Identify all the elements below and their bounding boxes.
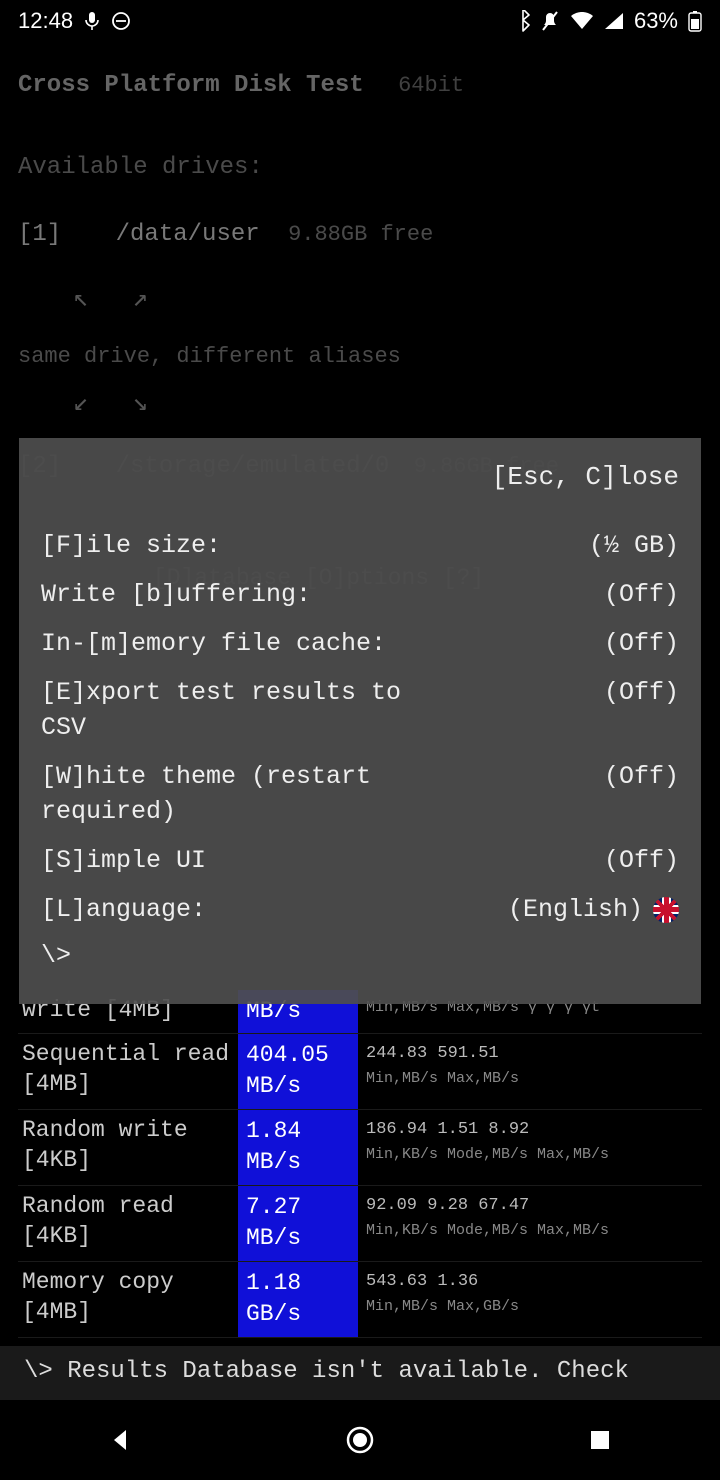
drive1-index: [1] (18, 221, 61, 248)
result-graph: 244.83 591.51 Min,MB/s Max,MB/s (358, 1034, 702, 1109)
result-value: 1.18 GB/s (238, 1262, 358, 1337)
result-label: Random write [4KB] (18, 1110, 238, 1185)
option-value: (Off) (604, 626, 679, 661)
option-label: [E]xport test results to CSV (41, 675, 461, 745)
option-export-csv[interactable]: [E]xport test results to CSV (Off) (41, 675, 679, 745)
nav-recent-button[interactable] (576, 1416, 624, 1464)
bluetooth-icon (516, 10, 530, 32)
signal-icon (604, 12, 624, 30)
table-row: Sequential read [4MB] 404.05 MB/s 244.83… (18, 1034, 702, 1110)
battery-icon (688, 10, 702, 32)
result-graph: 186.94 1.51 8.92 Min,KB/s Mode,MB/s Max,… (358, 1110, 702, 1185)
table-row: Random write [4KB] 1.84 MB/s 186.94 1.51… (18, 1110, 702, 1186)
option-value: (Off) (604, 759, 679, 794)
result-value: 404.05 MB/s (238, 1034, 358, 1109)
navigation-bar (0, 1400, 720, 1480)
result-label: Memory copy [4MB] (18, 1262, 238, 1337)
alias-note: same drive, different aliases (18, 344, 702, 369)
nav-back-button[interactable] (96, 1416, 144, 1464)
flag-uk-icon (653, 897, 679, 923)
status-battery-pct: 63% (634, 8, 678, 34)
option-value: (Off) (604, 675, 679, 710)
option-label: [W]hite theme (restart required) (41, 759, 461, 829)
table-row: Memory copy [4MB] 1.18 GB/s 543.63 1.36 … (18, 1262, 702, 1338)
close-button[interactable]: [Esc, C]lose (41, 462, 679, 492)
language-value: (English) (508, 892, 643, 927)
nav-home-button[interactable] (336, 1416, 384, 1464)
drive1-free: 9.88GB free (288, 222, 433, 247)
status-time: 12:48 (18, 8, 73, 34)
result-value: 7.27 MB/s (238, 1186, 358, 1261)
option-label: In-[m]emory file cache: (41, 626, 386, 661)
option-memory-cache[interactable]: In-[m]emory file cache: (Off) (41, 626, 679, 661)
option-write-buffering[interactable]: Write [b]uffering: (Off) (41, 577, 679, 612)
alias-arrows-top: ↖ ↗ (73, 283, 702, 314)
wifi-icon (570, 12, 594, 30)
app-arch: 64bit (398, 73, 464, 98)
option-label: Write [b]uffering: (41, 577, 311, 612)
option-label: [L]anguage: (41, 892, 206, 927)
result-value: 1.84 MB/s (238, 1110, 358, 1185)
result-label: Random read [4KB] (18, 1186, 238, 1261)
alias-arrows-bottom: ↙ ↘ (73, 387, 702, 418)
option-white-theme[interactable]: [W]hite theme (restart required) (Off) (41, 759, 679, 829)
option-value: (Off) (604, 577, 679, 612)
table-row: Random read [4KB] 7.27 MB/s 92.09 9.28 6… (18, 1186, 702, 1262)
option-label: [S]imple UI (41, 843, 206, 878)
option-language[interactable]: [L]anguage: (English) (41, 892, 679, 927)
option-value: (English) (508, 892, 679, 927)
result-label: Sequential read [4MB] (18, 1034, 238, 1109)
option-file-size[interactable]: [F]ile size: (½ GB) (41, 528, 679, 563)
drives-header: Available drives: (18, 154, 702, 181)
result-graph: 92.09 9.28 67.47 Min,KB/s Mode,MB/s Max,… (358, 1186, 702, 1261)
result-graph: 543.63 1.36 Min,MB/s Max,GB/s (358, 1262, 702, 1337)
prompt[interactable]: \> (41, 941, 679, 970)
mic-icon (85, 12, 99, 30)
dnd-icon (111, 11, 131, 31)
mute-icon (540, 10, 560, 32)
option-value: (½ GB) (589, 528, 679, 563)
status-bar: 12:48 63% (0, 0, 720, 42)
drive1-path: /data/user (116, 221, 260, 248)
option-value: (Off) (604, 843, 679, 878)
option-simple-ui[interactable]: [S]imple UI (Off) (41, 843, 679, 878)
results-table: write [4MB] MB/s Min,MB/s Max,MB/s γ γ γ… (18, 990, 702, 1338)
footer-message: \> Results Database isn't available. Che… (0, 1346, 720, 1400)
options-modal: [Esc, C]lose [F]ile size: (½ GB) Write [… (19, 438, 701, 1004)
option-label: [F]ile size: (41, 528, 221, 563)
app-title: Cross Platform Disk Test (18, 72, 364, 99)
